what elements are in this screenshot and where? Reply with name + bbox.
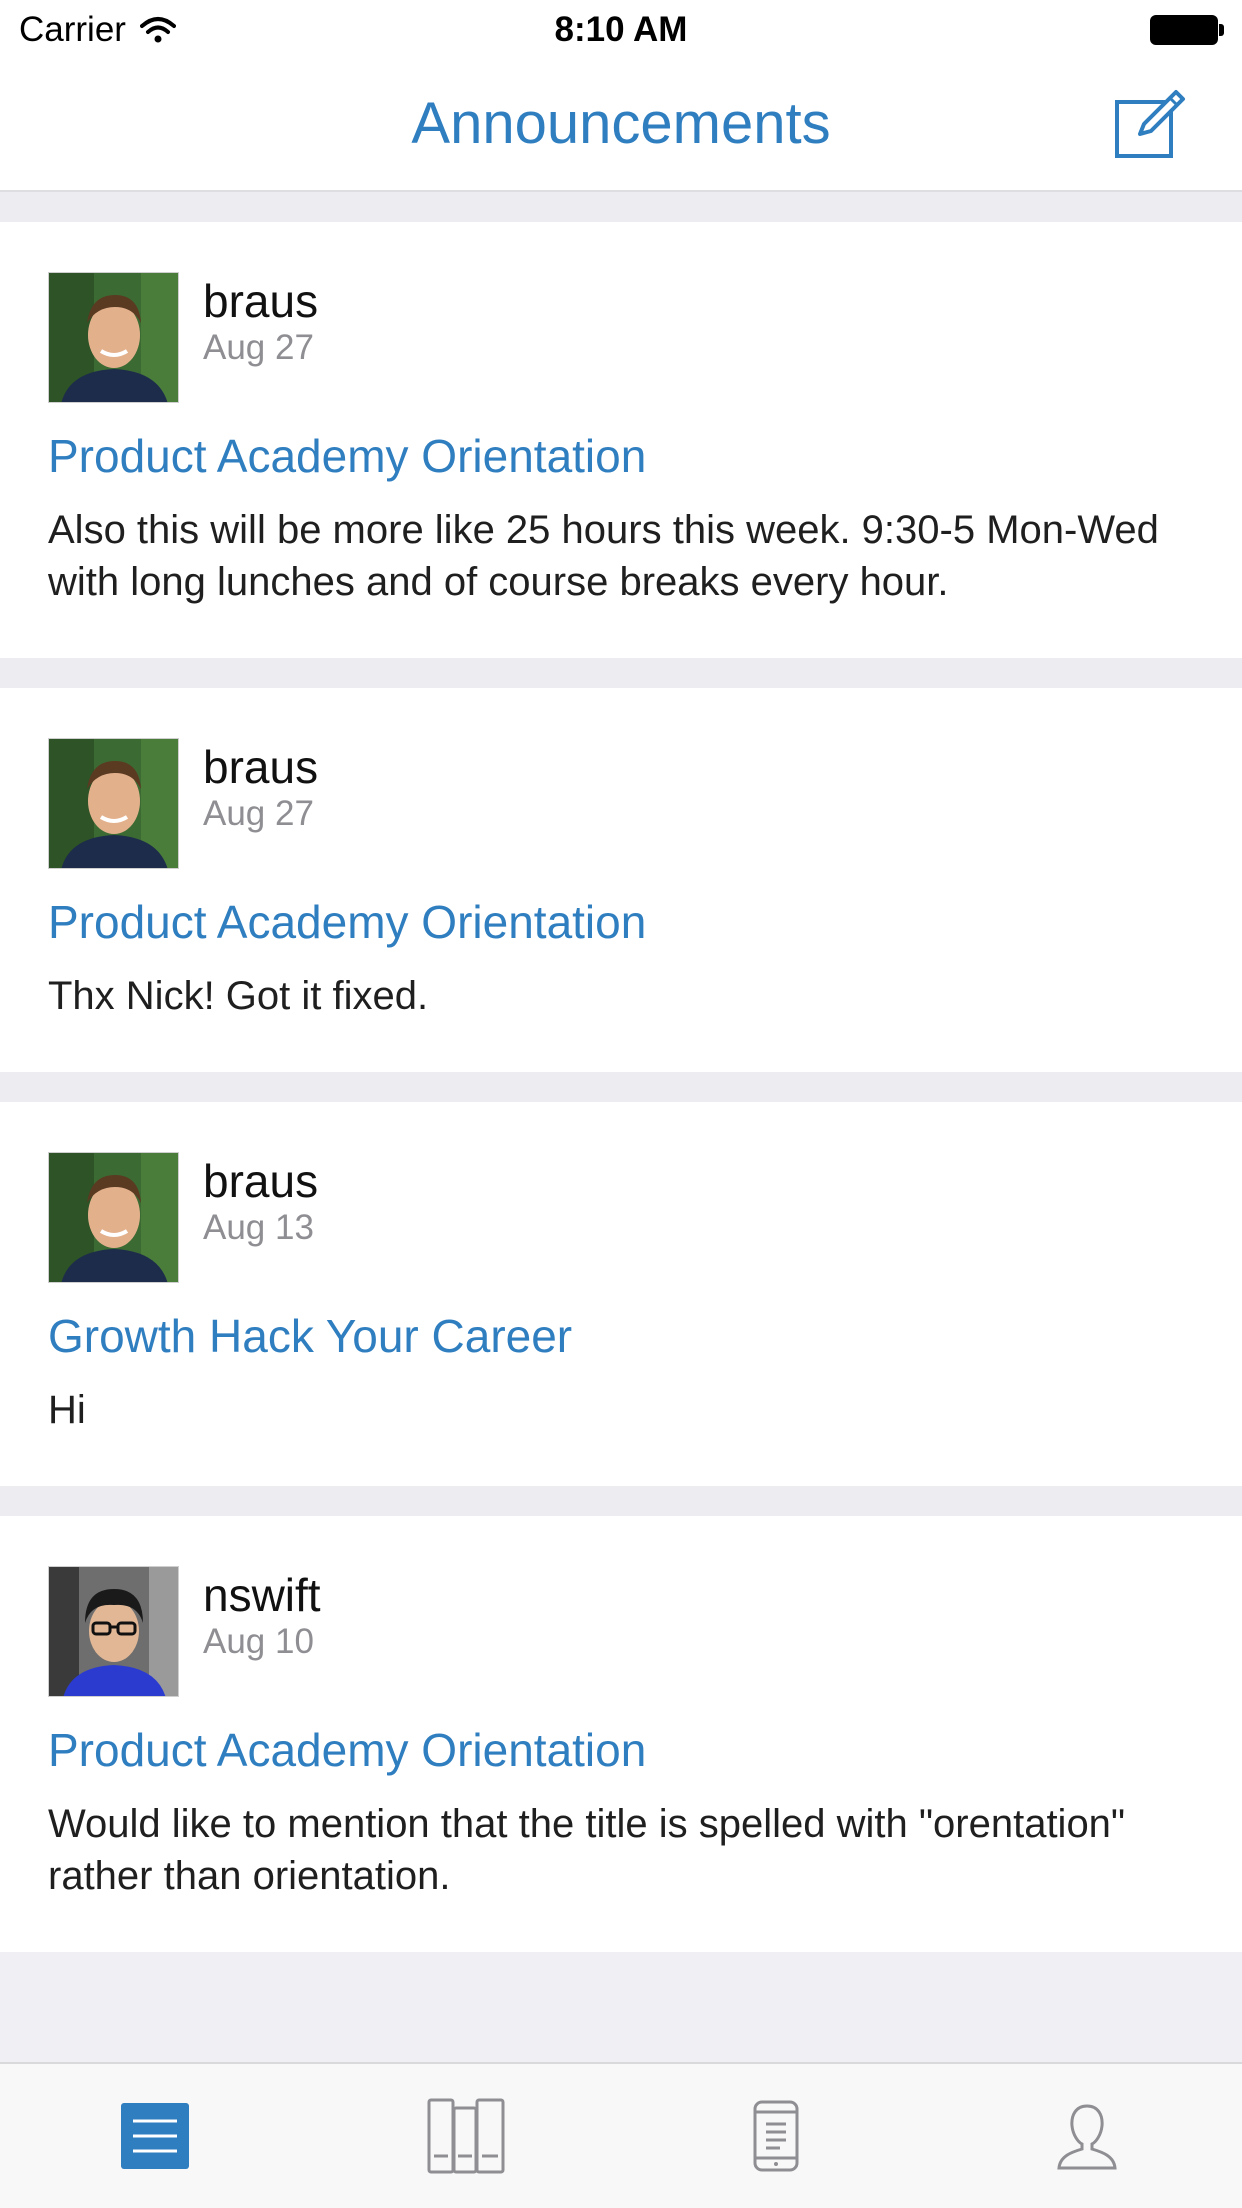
compose-icon[interactable] — [1114, 84, 1186, 160]
profile-icon[interactable] — [1056, 2102, 1118, 2170]
announcement-card[interactable]: nswift Aug 10 Product Academy Orientatio… — [0, 1516, 1242, 1952]
avatar — [48, 272, 179, 403]
post-course-title[interactable]: Growth Hack Your Career — [48, 1306, 1194, 1366]
author-name[interactable]: braus — [203, 274, 318, 328]
post-course-title[interactable]: Product Academy Orientation — [48, 892, 1194, 952]
announcement-card[interactable]: braus Aug 13 Growth Hack Your Career Hi — [0, 1102, 1242, 1486]
post-date: Aug 27 — [203, 794, 314, 833]
tab-device[interactable] — [621, 2064, 932, 2208]
status-bar: Carrier 8:10 AM — [0, 0, 1242, 62]
post-body: Would like to mention that the title is … — [48, 1802, 1126, 1898]
post-course-title[interactable]: Product Academy Orientation — [48, 1720, 1194, 1780]
post-date: Aug 13 — [203, 1208, 314, 1247]
section-separator — [0, 1072, 1242, 1102]
avatar — [48, 1566, 179, 1697]
post-date: Aug 27 — [203, 328, 314, 367]
avatar-photo-braus — [49, 1153, 178, 1282]
post-body: Hi — [48, 1388, 86, 1432]
author-name[interactable]: nswift — [203, 1568, 321, 1622]
section-separator — [0, 658, 1242, 688]
post-date: Aug 10 — [203, 1622, 314, 1661]
post-course-title[interactable]: Product Academy Orientation — [48, 426, 1194, 486]
avatar-photo-braus — [49, 273, 178, 402]
battery-icon — [1150, 15, 1224, 45]
announcements-feed[interactable]: braus Aug 27 Product Academy Orientation… — [0, 192, 1242, 2062]
post-body: Also this will be more like 25 hours thi… — [48, 508, 1159, 604]
tab-bar — [0, 2062, 1242, 2208]
tab-profile[interactable] — [932, 2064, 1242, 2208]
navigation-bar: Announcements — [0, 62, 1242, 192]
avatar — [48, 1152, 179, 1283]
announcement-card[interactable]: braus Aug 27 Product Academy Orientation… — [0, 222, 1242, 658]
tab-courses[interactable] — [311, 2064, 622, 2208]
post-body: Thx Nick! Got it fixed. — [48, 974, 429, 1018]
page-title: Announcements — [411, 91, 831, 156]
announcement-card[interactable]: braus Aug 27 Product Academy Orientation… — [0, 688, 1242, 1072]
avatar-photo-nswift — [49, 1567, 178, 1696]
avatar — [48, 738, 179, 869]
announcements-list-icon[interactable] — [121, 2103, 190, 2169]
author-name[interactable]: braus — [203, 1154, 318, 1208]
status-time: 8:10 AM — [554, 10, 688, 49]
device-icon[interactable] — [753, 2100, 799, 2172]
tab-announcements[interactable] — [0, 2064, 311, 2208]
section-separator — [0, 1486, 1242, 1516]
author-name[interactable]: braus — [203, 740, 318, 794]
section-separator — [0, 192, 1242, 222]
courses-library-icon[interactable] — [427, 2098, 505, 2174]
avatar-photo-braus — [49, 739, 178, 868]
